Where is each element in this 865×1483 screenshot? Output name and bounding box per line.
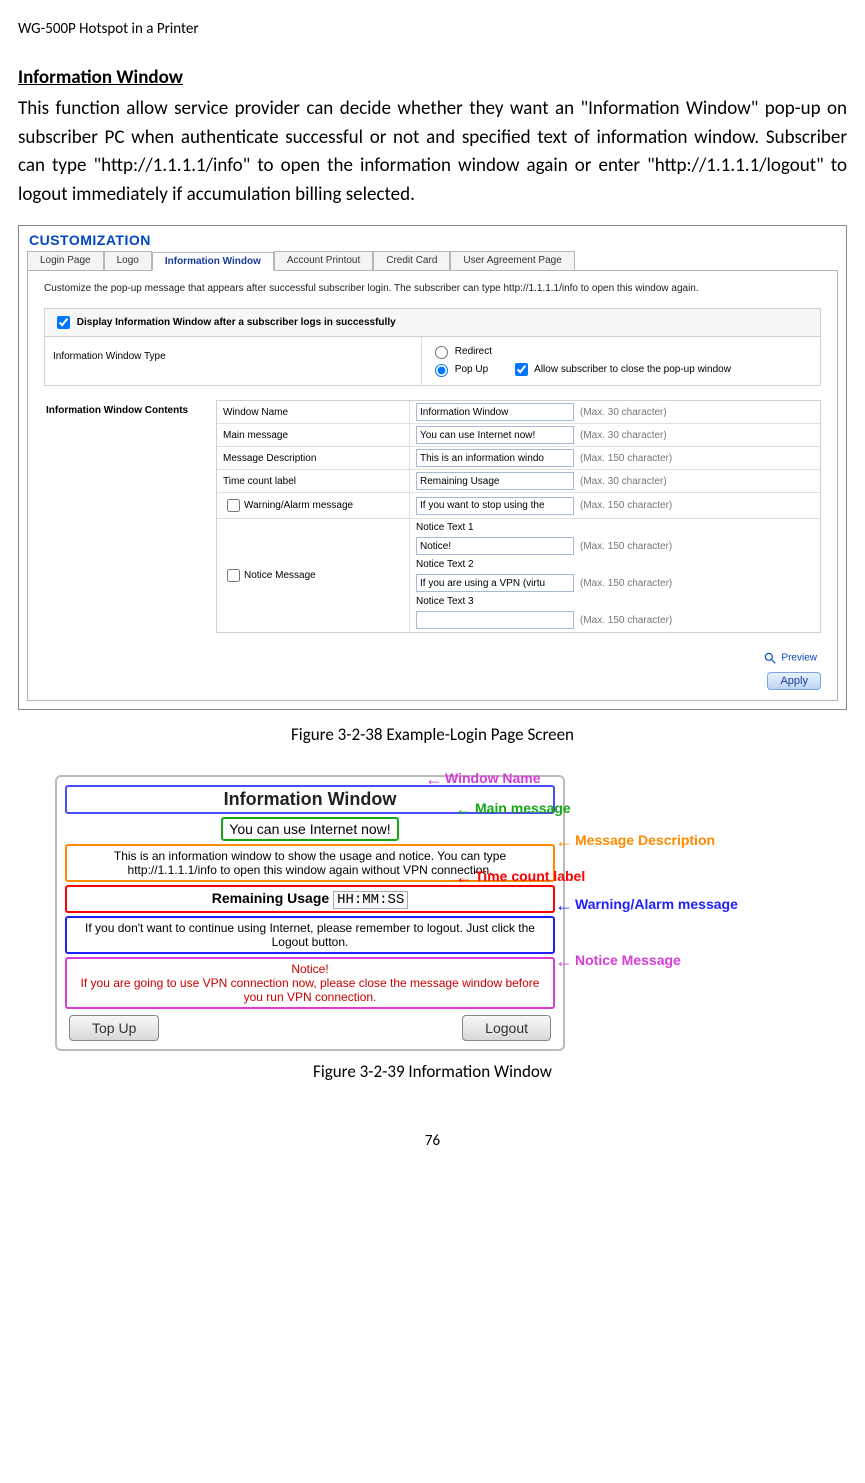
iw-main-message: You can use Internet now!	[221, 817, 398, 841]
radio-redirect-label: Redirect	[455, 346, 492, 357]
display-checkbox-label: Display Information Window after a subsc…	[77, 317, 396, 328]
iw-notice-title: Notice!	[291, 962, 328, 976]
notice-t2-input[interactable]	[416, 574, 574, 592]
msg-desc-hint: (Max. 150 character)	[580, 453, 672, 464]
iw-warning: If you don't want to continue using Inte…	[65, 916, 555, 954]
tab-information-window[interactable]: Information Window	[152, 252, 274, 271]
iw-notice-body: If you are going to use VPN connection n…	[81, 976, 540, 1004]
magnifier-icon	[763, 651, 777, 665]
tab-user-agreement[interactable]: User Agreement Page	[450, 251, 574, 270]
iw-time-value: HH:MM:SS	[333, 891, 408, 909]
warning-checkbox[interactable]	[227, 499, 240, 512]
annot-notice: ←Notice Message	[555, 951, 681, 972]
preview-label: Preview	[781, 653, 817, 664]
notice-t1-input[interactable]	[416, 537, 574, 555]
radio-popup-label: Pop Up	[455, 364, 488, 375]
arrow-icon: ←	[425, 769, 443, 789]
type-row: Information Window Type Redirect Pop Up …	[45, 337, 820, 385]
notice-t2-hint: (Max. 150 character)	[580, 578, 672, 589]
warning-input[interactable]	[416, 497, 574, 515]
help-text: Customize the pop-up message that appear…	[44, 283, 821, 294]
msg-desc-label: Message Description	[217, 447, 410, 469]
allow-close-checkbox[interactable]	[515, 363, 528, 376]
main-message-input[interactable]	[416, 426, 574, 444]
tab-login-page[interactable]: Login Page	[27, 251, 104, 270]
warning-label: Warning/Alarm message	[244, 500, 353, 511]
annot-main-message: ←Main message	[455, 799, 571, 820]
tab-account-printout[interactable]: Account Printout	[274, 251, 373, 270]
contents-section-label: Information Window Contents	[44, 400, 216, 633]
iw-time-row: Remaining Usage HH:MM:SS	[65, 885, 555, 913]
annot-time-count: ←Time count label	[455, 867, 585, 888]
notice-checkbox[interactable]	[227, 569, 240, 582]
annot-window-name: ←Window Name	[425, 769, 541, 790]
section-title: Information Window	[18, 66, 847, 89]
display-panel: Display Information Window after a subsc…	[44, 308, 821, 386]
radio-redirect[interactable]	[435, 346, 448, 359]
main-message-hint: (Max. 30 character)	[580, 430, 667, 441]
annot-msg-desc: ←Message Description	[555, 831, 715, 852]
arrow-icon: ←	[555, 895, 573, 915]
notice-t1-label: Notice Text 1	[416, 522, 474, 533]
msg-desc-input[interactable]	[416, 449, 574, 467]
notice-t3-input[interactable]	[416, 611, 574, 629]
arrow-icon: ←	[455, 799, 473, 819]
allow-close-label: Allow subscriber to close the pop-up win…	[534, 364, 731, 375]
preview-link[interactable]: Preview	[44, 651, 821, 665]
arrow-icon: ←	[455, 867, 473, 887]
display-checkbox[interactable]	[57, 316, 70, 329]
time-count-label: Time count label	[217, 470, 410, 492]
logout-button[interactable]: Logout	[462, 1015, 551, 1041]
time-count-input[interactable]	[416, 472, 574, 490]
notice-t3-label: Notice Text 3	[416, 596, 474, 607]
window-name-input[interactable]	[416, 403, 574, 421]
notice-label: Notice Message	[244, 570, 316, 581]
window-name-hint: (Max. 30 character)	[580, 407, 667, 418]
window-name-label: Window Name	[217, 401, 410, 423]
doc-header: WG-500P Hotspot in a Printer	[18, 20, 847, 38]
figure-2-caption: Figure 3-2-39 Information Window	[18, 1061, 847, 1082]
display-checkbox-row: Display Information Window after a subsc…	[45, 309, 820, 337]
customization-screenshot: CUSTOMIZATION Login Page Logo Informatio…	[18, 225, 847, 710]
radio-popup[interactable]	[435, 364, 448, 377]
tab-row: Login Page Logo Information Window Accou…	[27, 251, 838, 270]
warning-hint: (Max. 150 character)	[580, 500, 672, 511]
customization-heading: CUSTOMIZATION	[29, 232, 838, 248]
arrow-icon: ←	[555, 831, 573, 851]
contents-row: Information Window Contents Window Name …	[44, 400, 821, 633]
notice-t2-label: Notice Text 2	[416, 559, 474, 570]
info-window-example: Information Window You can use Internet …	[55, 775, 810, 1051]
apply-button[interactable]: Apply	[767, 672, 821, 690]
notice-t3-hint: (Max. 150 character)	[580, 615, 672, 626]
notice-t1-hint: (Max. 150 character)	[580, 541, 672, 552]
body-paragraph: This function allow service provider can…	[18, 95, 847, 209]
page-number: 76	[18, 1132, 847, 1150]
annot-warning: ←Warning/Alarm message	[555, 895, 738, 916]
iw-time-label: Remaining Usage	[212, 890, 329, 906]
tab-logo[interactable]: Logo	[104, 251, 152, 270]
tab-content: Customize the pop-up message that appear…	[27, 270, 838, 701]
contents-table: Window Name (Max. 30 character) Main mes…	[216, 400, 821, 633]
arrow-icon: ←	[555, 951, 573, 971]
time-count-hint: (Max. 30 character)	[580, 476, 667, 487]
type-label: Information Window Type	[45, 337, 422, 385]
figure-1-caption: Figure 3-2-38 Example-Login Page Screen	[18, 724, 847, 745]
main-message-label: Main message	[217, 424, 410, 446]
topup-button[interactable]: Top Up	[69, 1015, 159, 1041]
tab-credit-card[interactable]: Credit Card	[373, 251, 450, 270]
iw-notice: Notice! If you are going to use VPN conn…	[65, 957, 555, 1009]
